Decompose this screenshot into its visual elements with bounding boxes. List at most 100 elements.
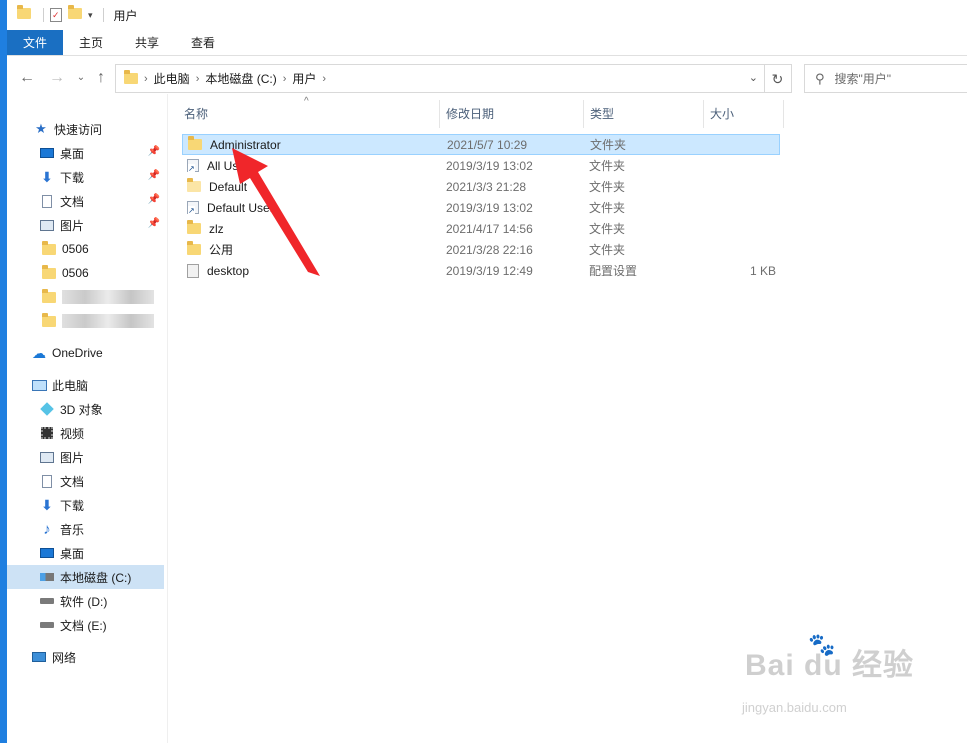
chevron-right-icon[interactable]: › <box>144 73 148 85</box>
tab-home[interactable]: 主页 <box>63 30 119 55</box>
desktop-icon <box>39 146 55 160</box>
pin-icon[interactable]: 📌 <box>148 218 160 229</box>
blurred-label <box>62 290 154 304</box>
forward-arrow-icon[interactable]: → <box>47 68 67 88</box>
network-icon <box>31 650 47 664</box>
divider <box>43 8 44 22</box>
navigation-pane: ★ 快速访问 桌面 📌 ⬇ 下载 📌 文档 📌 图片 📌 0506 0506 ☁ <box>7 100 167 743</box>
nav-documents[interactable]: 文档 📌 <box>7 189 164 213</box>
nav-onedrive[interactable]: ☁ OneDrive <box>7 341 164 365</box>
desktop-icon <box>39 546 55 560</box>
file-row[interactable]: Default 2021/3/3 21:28 文件夹 <box>182 176 780 197</box>
tab-share[interactable]: 共享 <box>119 30 175 55</box>
file-row[interactable]: 公用 2021/3/28 22:16 文件夹 <box>182 239 780 260</box>
nav-blurred-folder[interactable] <box>7 285 164 309</box>
new-folder-icon[interactable] <box>68 5 82 22</box>
window-left-edge <box>0 0 7 743</box>
nav-downloads-pc[interactable]: ⬇ 下载 <box>7 493 164 517</box>
folder-icon <box>41 312 57 328</box>
chevron-right-icon[interactable]: › <box>196 73 200 85</box>
download-icon: ⬇ <box>41 168 53 185</box>
file-row[interactable]: All Users 2019/3/19 13:02 文件夹 <box>182 155 780 176</box>
nav-folder-0506[interactable]: 0506 <box>7 237 164 261</box>
ribbon-tabs: 文件 主页 共享 查看 <box>7 30 967 56</box>
customize-quick-access-icon[interactable]: ▾ <box>88 10 93 21</box>
file-row[interactable]: Administrator 2021/5/7 10:29 文件夹 <box>182 134 780 155</box>
nav-label: 此电脑 <box>52 378 89 393</box>
file-row[interactable]: Default User 2019/3/19 13:02 文件夹 <box>182 197 780 218</box>
column-header-type[interactable]: 类型 <box>584 100 702 128</box>
nav-pictures[interactable]: 图片 📌 <box>7 213 164 237</box>
back-arrow-icon[interactable]: ← <box>17 68 37 88</box>
film-icon <box>39 426 55 440</box>
nav-quick-access[interactable]: ★ 快速访问 <box>7 117 164 141</box>
refresh-button[interactable]: ↻ <box>764 64 792 93</box>
chevron-right-icon[interactable]: › <box>322 73 326 85</box>
file-name: zlz <box>209 221 224 236</box>
nav-this-pc[interactable]: 此电脑 <box>7 373 164 397</box>
file-date: 2021/3/28 22:16 <box>446 242 533 257</box>
search-placeholder: 搜索"用户" <box>834 72 892 86</box>
watermark-url: jingyan.baidu.com <box>742 700 847 715</box>
column-divider[interactable] <box>783 100 784 128</box>
search-input[interactable]: ⚲ 搜索"用户" <box>804 64 967 93</box>
tab-file[interactable]: 文件 <box>7 30 63 55</box>
shortcut-folder-icon <box>187 159 199 173</box>
file-type: 文件夹 <box>589 243 626 257</box>
column-header-name[interactable]: 名称 <box>178 100 438 128</box>
nav-label: 视频 <box>60 426 85 441</box>
nav-desktop[interactable]: 桌面 📌 <box>7 141 164 165</box>
shortcut-folder-icon <box>187 201 199 215</box>
chevron-right-icon[interactable]: › <box>283 73 287 85</box>
nav-desktop-pc[interactable]: 桌面 <box>7 541 164 565</box>
breadcrumb-users[interactable]: 用户 <box>292 70 316 87</box>
chevron-down-icon[interactable]: ⌄ <box>749 71 758 84</box>
file-name: Administrator <box>210 137 281 152</box>
nav-drive-e[interactable]: 文档 (E:) <box>7 613 164 637</box>
file-row[interactable]: zlz 2021/4/17 14:56 文件夹 <box>182 218 780 239</box>
breadcrumb-this-pc[interactable]: 此电脑 <box>154 70 190 87</box>
nav-folder-0506[interactable]: 0506 <box>7 261 164 285</box>
pane-divider[interactable] <box>167 94 168 743</box>
address-bar[interactable]: › 此电脑 › 本地磁盘 (C:) › 用户 › ⌄ <box>115 64 765 93</box>
nav-label: 快速访问 <box>54 122 103 137</box>
column-header-size[interactable]: 大小 <box>704 100 784 128</box>
folder-icon <box>188 136 202 150</box>
nav-3d-objects[interactable]: 3D 对象 <box>7 397 164 421</box>
nav-label: 3D 对象 <box>60 402 103 417</box>
pin-icon[interactable]: 📌 <box>148 170 160 181</box>
column-header-date[interactable]: 修改日期 <box>440 100 582 128</box>
file-type: 文件夹 <box>589 159 626 173</box>
nav-local-disk-c[interactable]: 本地磁盘 (C:) <box>7 565 164 589</box>
file-type: 文件夹 <box>589 201 626 215</box>
folder-icon <box>124 70 138 84</box>
pin-icon[interactable]: 📌 <box>148 146 160 157</box>
tab-view[interactable]: 查看 <box>175 30 231 55</box>
nav-downloads[interactable]: ⬇ 下载 📌 <box>7 165 164 189</box>
file-date: 2021/3/3 21:28 <box>446 179 527 194</box>
nav-label: 本地磁盘 (C:) <box>60 570 132 585</box>
watermark-brand: Bai du 经验 <box>745 649 915 682</box>
document-icon <box>39 194 55 208</box>
nav-documents-pc[interactable]: 文档 <box>7 469 164 493</box>
nav-label: 下载 <box>60 498 85 513</box>
recent-locations-icon[interactable]: ⌄ <box>71 68 91 88</box>
nav-music[interactable]: ♪ 音乐 <box>7 517 164 541</box>
properties-icon[interactable]: ✓ <box>50 8 62 22</box>
drive-icon <box>39 618 55 632</box>
file-row[interactable]: desktop 2019/3/19 12:49 配置设置 1 KB <box>182 260 780 281</box>
file-name: Default <box>209 179 248 194</box>
nav-blurred-folder[interactable] <box>7 309 164 333</box>
nav-drive-d[interactable]: 软件 (D:) <box>7 589 164 613</box>
folder-icon <box>41 240 57 256</box>
nav-pictures-pc[interactable]: 图片 <box>7 445 164 469</box>
nav-label: 桌面 <box>60 146 85 161</box>
nav-videos[interactable]: 视频 <box>7 421 164 445</box>
nav-network[interactable]: 网络 <box>7 645 164 669</box>
breadcrumb-local-disk-c[interactable]: 本地磁盘 (C:) <box>205 70 276 87</box>
pin-icon[interactable]: 📌 <box>148 194 160 205</box>
up-arrow-icon[interactable]: ↑ <box>91 68 111 88</box>
file-date: 2019/3/19 12:49 <box>446 263 533 278</box>
file-date: 2019/3/19 13:02 <box>446 158 533 173</box>
file-date: 2021/5/7 10:29 <box>447 137 528 152</box>
